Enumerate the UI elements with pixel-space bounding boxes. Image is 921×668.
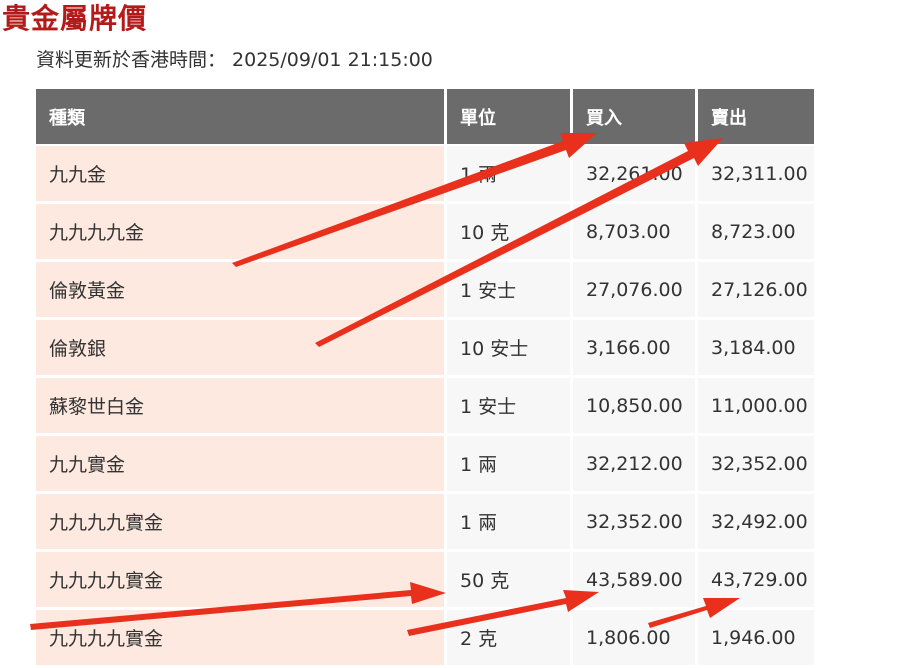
table-row: 九九金 1 兩 32,261.00 32,311.00 [36,146,814,204]
cell-sell: 8,723.00 [698,204,814,262]
price-table: 種類 單位 買入 賣出 九九金 1 兩 32,261.00 32,311.00 … [36,89,814,668]
update-label: 資料更新於香港時間： [36,49,227,71]
cell-unit: 2 克 [447,610,573,668]
table-row: 九九九九金 10 克 8,703.00 8,723.00 [36,204,814,262]
cell-type: 九九金 [36,146,447,204]
cell-unit: 10 安士 [447,320,573,378]
cell-buy: 8,703.00 [573,204,698,262]
table-row: 九九九九實金 1 兩 32,352.00 32,492.00 [36,494,814,552]
cell-type: 倫敦銀 [36,320,447,378]
cell-unit: 1 安士 [447,378,573,436]
cell-sell: 11,000.00 [698,378,814,436]
cell-buy: 43,589.00 [573,552,698,610]
page-title: 貴金屬牌價 [2,2,148,35]
cell-unit: 10 克 [447,204,573,262]
cell-sell: 32,352.00 [698,436,814,494]
header-sell: 賣出 [698,89,814,146]
table-row: 倫敦黃金 1 安士 27,076.00 27,126.00 [36,262,814,320]
cell-sell: 32,311.00 [698,146,814,204]
cell-sell: 27,126.00 [698,262,814,320]
cell-sell: 43,729.00 [698,552,814,610]
table-row: 九九九九實金 2 克 1,806.00 1,946.00 [36,610,814,668]
cell-type: 九九九九金 [36,204,447,262]
cell-buy: 3,166.00 [573,320,698,378]
cell-buy: 1,806.00 [573,610,698,668]
update-timestamp: 資料更新於香港時間： 2025/09/01 21:15:00 [36,46,433,74]
cell-unit: 1 兩 [447,494,573,552]
cell-type: 九九九九實金 [36,494,447,552]
cell-type: 九九實金 [36,436,447,494]
cell-unit: 1 安士 [447,262,573,320]
cell-type: 九九九九實金 [36,552,447,610]
header-buy: 買入 [573,89,698,146]
cell-sell: 1,946.00 [698,610,814,668]
table-row: 九九九九實金 50 克 43,589.00 43,729.00 [36,552,814,610]
table-row: 倫敦銀 10 安士 3,166.00 3,184.00 [36,320,814,378]
cell-unit: 1 兩 [447,146,573,204]
cell-sell: 3,184.00 [698,320,814,378]
header-unit: 單位 [447,89,573,146]
header-type: 種類 [36,89,447,146]
cell-type: 倫敦黃金 [36,262,447,320]
cell-type: 蘇黎世白金 [36,378,447,436]
cell-buy: 32,261.00 [573,146,698,204]
update-time: 2025/09/01 21:15:00 [232,49,433,71]
cell-unit: 50 克 [447,552,573,610]
table-row: 九九實金 1 兩 32,212.00 32,352.00 [36,436,814,494]
table-row: 蘇黎世白金 1 安士 10,850.00 11,000.00 [36,378,814,436]
cell-buy: 32,352.00 [573,494,698,552]
cell-buy: 27,076.00 [573,262,698,320]
cell-type: 九九九九實金 [36,610,447,668]
cell-unit: 1 兩 [447,436,573,494]
cell-buy: 32,212.00 [573,436,698,494]
cell-buy: 10,850.00 [573,378,698,436]
cell-sell: 32,492.00 [698,494,814,552]
table-header-row: 種類 單位 買入 賣出 [36,89,814,146]
